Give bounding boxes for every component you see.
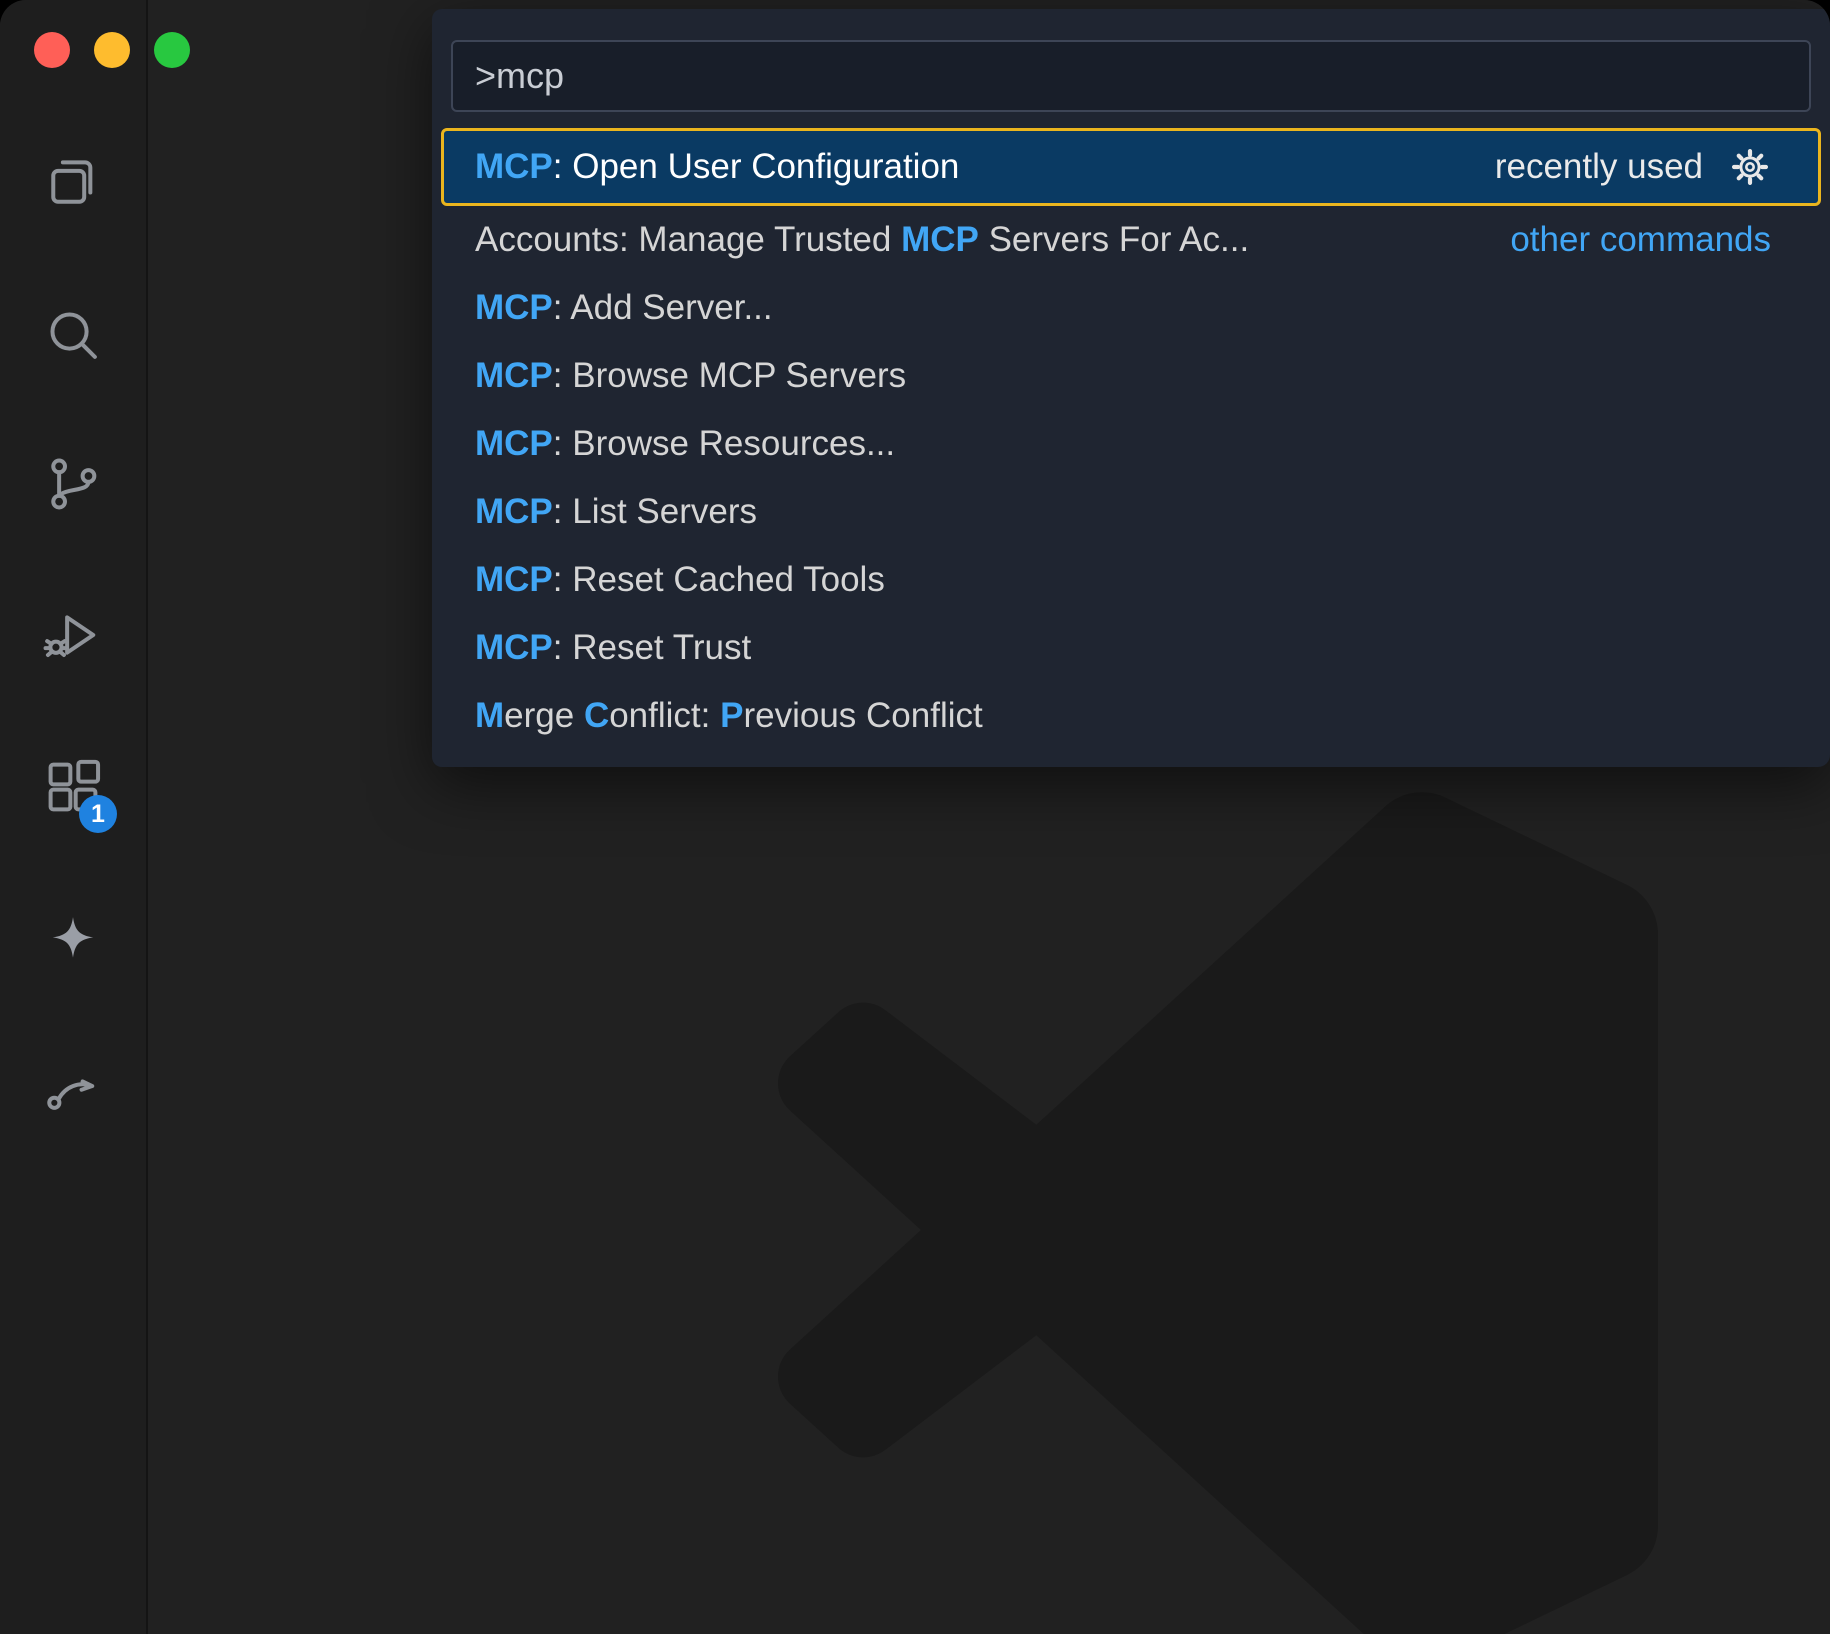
command-text: revious Conflict	[743, 696, 982, 735]
sparkle-icon	[41, 908, 105, 972]
command-text: : Browse Resources...	[553, 424, 895, 463]
command-text: Servers For Ac...	[979, 220, 1249, 259]
command-text: erge	[504, 696, 584, 735]
close-window-button[interactable]	[34, 32, 70, 68]
command-row[interactable]: MCP: Reset Cached Tools	[441, 546, 1821, 614]
sidebar-item-remote[interactable]	[41, 1058, 105, 1122]
search-icon	[41, 303, 105, 367]
command-right-label: recently used	[1495, 147, 1703, 187]
command-label: MCP: Browse Resources...	[475, 424, 895, 464]
command-text: : List Servers	[553, 492, 757, 531]
command-text: onflict:	[609, 696, 720, 735]
command-text: : Browse MCP Servers	[553, 356, 906, 395]
zoom-window-button[interactable]	[154, 32, 190, 68]
command-label: MCP: List Servers	[475, 492, 757, 532]
sidebar-item-copilot[interactable]	[41, 908, 105, 972]
activity-bar: 1	[0, 0, 148, 1634]
gear-icon[interactable]	[1729, 146, 1771, 188]
match-highlight: MCP	[475, 628, 553, 667]
match-highlight: MCP	[475, 424, 553, 463]
command-label: MCP: Add Server...	[475, 288, 773, 328]
titlebar-traffic-lights	[34, 32, 190, 68]
match-highlight: C	[584, 696, 609, 735]
command-row[interactable]: MCP: Reset Trust	[441, 614, 1821, 682]
match-highlight: MCP	[475, 560, 553, 599]
extensions-badge: 1	[79, 795, 117, 833]
sidebar-item-explorer[interactable]	[41, 149, 105, 213]
command-text: : Open User Configuration	[553, 147, 960, 186]
match-highlight: M	[475, 696, 504, 735]
sidebar-item-run-debug[interactable]	[41, 603, 105, 667]
command-row[interactable]: MCP: List Servers	[441, 478, 1821, 546]
match-highlight: MCP	[475, 147, 553, 186]
command-input-box	[451, 40, 1811, 112]
command-row[interactable]: MCP: Open User Configuration recently us…	[441, 128, 1821, 206]
sidebar-item-extensions[interactable]: 1	[41, 755, 105, 819]
command-row[interactable]: Merge Conflict: Previous Conflict	[441, 682, 1821, 750]
command-row[interactable]: MCP: Browse Resources...	[441, 410, 1821, 478]
sidebar-item-search[interactable]	[41, 303, 105, 367]
run-debug-icon	[41, 603, 105, 667]
files-icon	[41, 149, 105, 213]
git-branch-icon	[41, 452, 105, 516]
command-palette: MCP: Open User Configuration recently us…	[432, 9, 1830, 767]
command-label: MCP: Browse MCP Servers	[475, 356, 906, 396]
command-input[interactable]	[473, 54, 1789, 98]
command-row[interactable]: Accounts: Manage Trusted MCP Servers For…	[441, 206, 1821, 274]
command-label: MCP: Reset Trust	[475, 628, 751, 668]
command-label: MCP: Reset Cached Tools	[475, 560, 885, 600]
command-label: Accounts: Manage Trusted MCP Servers For…	[475, 220, 1249, 260]
vscode-window: 1 MCP: Open User Configuration rece	[0, 0, 1830, 1634]
command-list: MCP: Open User Configuration recently us…	[441, 128, 1821, 750]
match-highlight: MCP	[475, 492, 553, 531]
sidebar-item-source-control[interactable]	[41, 452, 105, 516]
command-label: MCP: Open User Configuration	[475, 147, 959, 187]
command-text: Accounts: Manage Trusted	[475, 220, 901, 259]
match-highlight: P	[720, 696, 743, 735]
command-row-right: other commands	[1510, 220, 1771, 260]
minimize-window-button[interactable]	[94, 32, 130, 68]
vscode-logo-watermark	[778, 790, 1658, 1634]
command-label: Merge Conflict: Previous Conflict	[475, 696, 983, 736]
match-highlight: MCP	[475, 356, 553, 395]
match-highlight: MCP	[475, 288, 553, 327]
command-row-right: recently used	[1495, 146, 1771, 188]
remote-arrow-icon	[41, 1058, 105, 1122]
command-row[interactable]: MCP: Add Server...	[441, 274, 1821, 342]
command-text: : Add Server...	[553, 288, 773, 327]
command-text: : Reset Cached Tools	[553, 560, 885, 599]
match-highlight: MCP	[901, 220, 979, 259]
command-row[interactable]: MCP: Browse MCP Servers	[441, 342, 1821, 410]
command-text: : Reset Trust	[553, 628, 751, 667]
command-right-label: other commands	[1510, 220, 1771, 260]
